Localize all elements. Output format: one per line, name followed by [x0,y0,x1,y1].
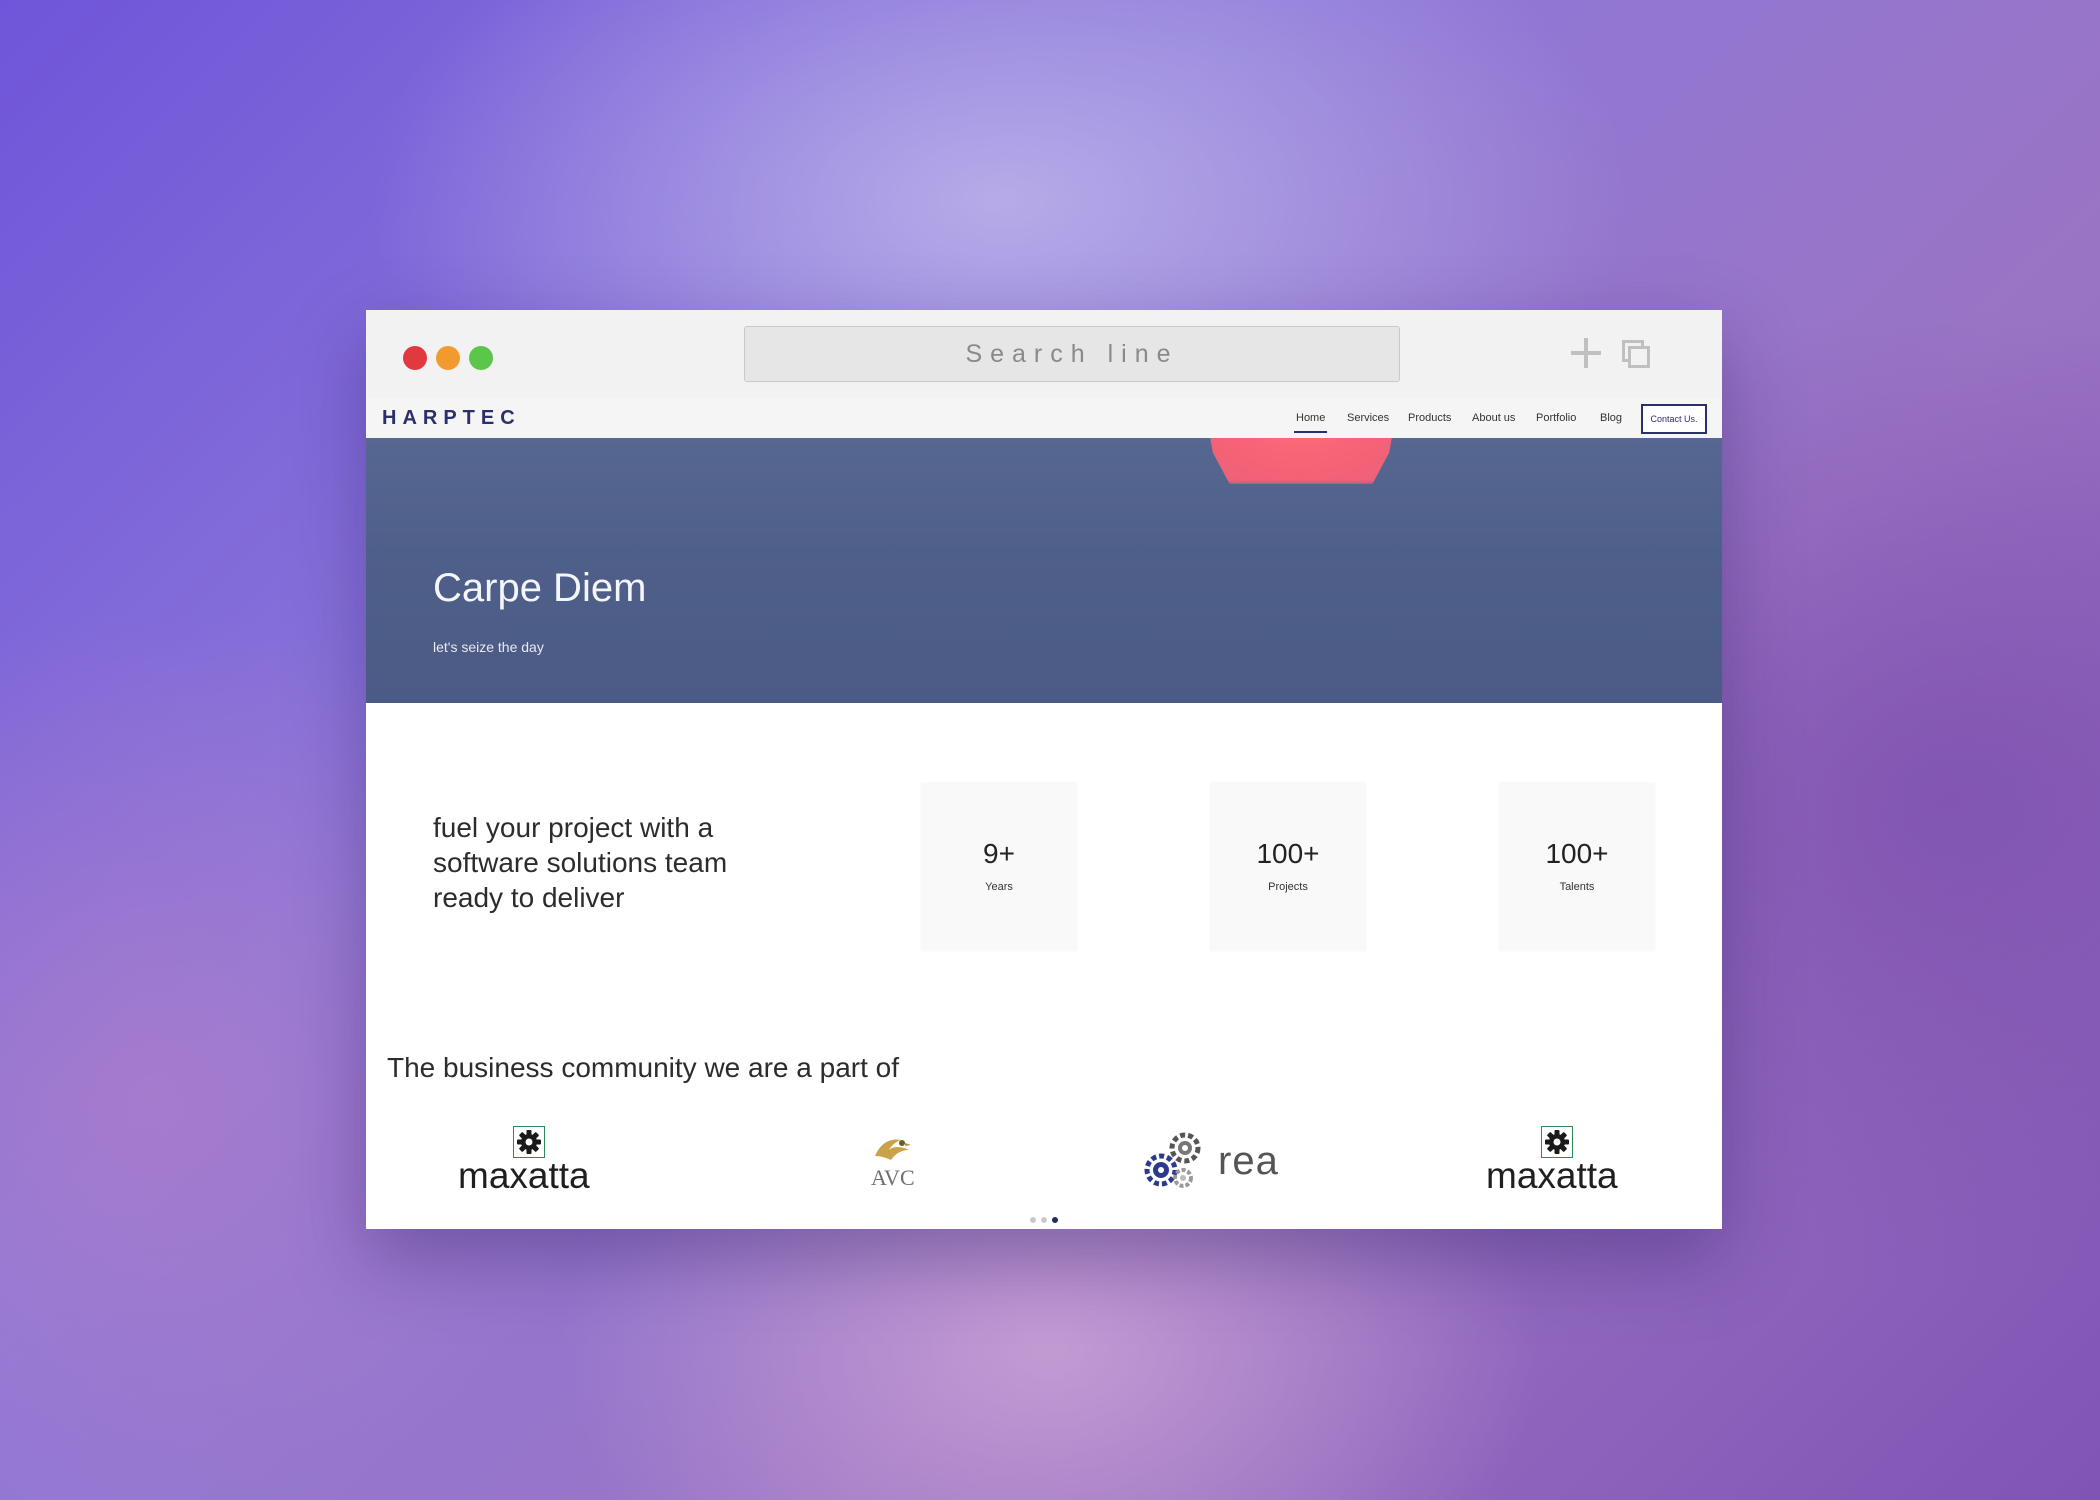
stat-card-years: 9+ Years [921,782,1077,950]
gear-icon [1541,1126,1573,1158]
nav-item-about-us[interactable]: About us [1472,411,1515,425]
nav-item-services[interactable]: Services [1347,411,1389,425]
nav-item-home[interactable]: Home [1293,411,1328,433]
close-window-button[interactable] [403,346,427,370]
hero-sun-image [1196,438,1406,484]
new-tab-icon[interactable] [1571,338,1601,368]
stat-label: Talents [1559,881,1595,893]
carousel-dot-active[interactable] [1052,1217,1058,1223]
partner-logo-avc[interactable]: AVC [844,1126,944,1196]
site-logo[interactable]: HARPTEC [382,404,521,432]
contact-us-button[interactable]: Contact Us. [1641,404,1707,434]
minimize-window-button[interactable] [436,346,460,370]
nav-item-blog[interactable]: Blog [1600,411,1622,425]
partner-logo-maxatta[interactable]: maxatta [458,1126,608,1196]
site-navbar: HARPTEC Home Services Products About us … [366,398,1722,439]
intro-text: fuel your project with a software soluti… [433,812,728,913]
maximize-window-button[interactable] [469,346,493,370]
stat-value: 100+ [1545,838,1609,869]
eagle-icon [871,1134,915,1164]
stat-value: 100+ [1256,838,1320,869]
stat-value: 9+ [983,838,1015,869]
partner-name: maxatta [458,1155,590,1196]
carousel-dot[interactable] [1041,1217,1047,1223]
hero-title: Carpe Diem [433,566,647,610]
gears-icon [1143,1132,1205,1192]
partner-logo-rea[interactable]: rea [1143,1126,1313,1196]
partner-name: AVC [871,1165,915,1190]
hero-banner: Carpe Diem let's seize the day [366,438,1722,703]
carousel-pagination [366,1217,1722,1225]
tabs-overview-icon[interactable] [1622,340,1650,368]
stat-card-projects: 100+ Projects [1210,782,1366,950]
browser-toolbar: Search line [366,310,1722,399]
partner-logo-maxatta[interactable]: maxatta [1486,1126,1636,1196]
browser-window: Search line HARPTEC Home Services Produc… [366,310,1722,1229]
partner-name: maxatta [1486,1155,1618,1196]
nav-item-products[interactable]: Products [1408,411,1451,425]
nav-item-portfolio[interactable]: Portfolio [1536,411,1576,425]
hero-subtitle: let's seize the day [433,639,544,655]
stat-card-talents: 100+ Talents [1499,782,1655,950]
web-page: HARPTEC Home Services Products About us … [366,398,1722,1229]
stat-label: Projects [1268,881,1308,893]
search-input[interactable]: Search line [744,326,1400,382]
gear-icon [513,1126,545,1158]
carousel-dot[interactable] [1030,1217,1036,1223]
community-title: The business community we are a part of [387,1052,900,1083]
stat-label: Years [985,881,1013,893]
partner-name: rea [1218,1139,1279,1183]
